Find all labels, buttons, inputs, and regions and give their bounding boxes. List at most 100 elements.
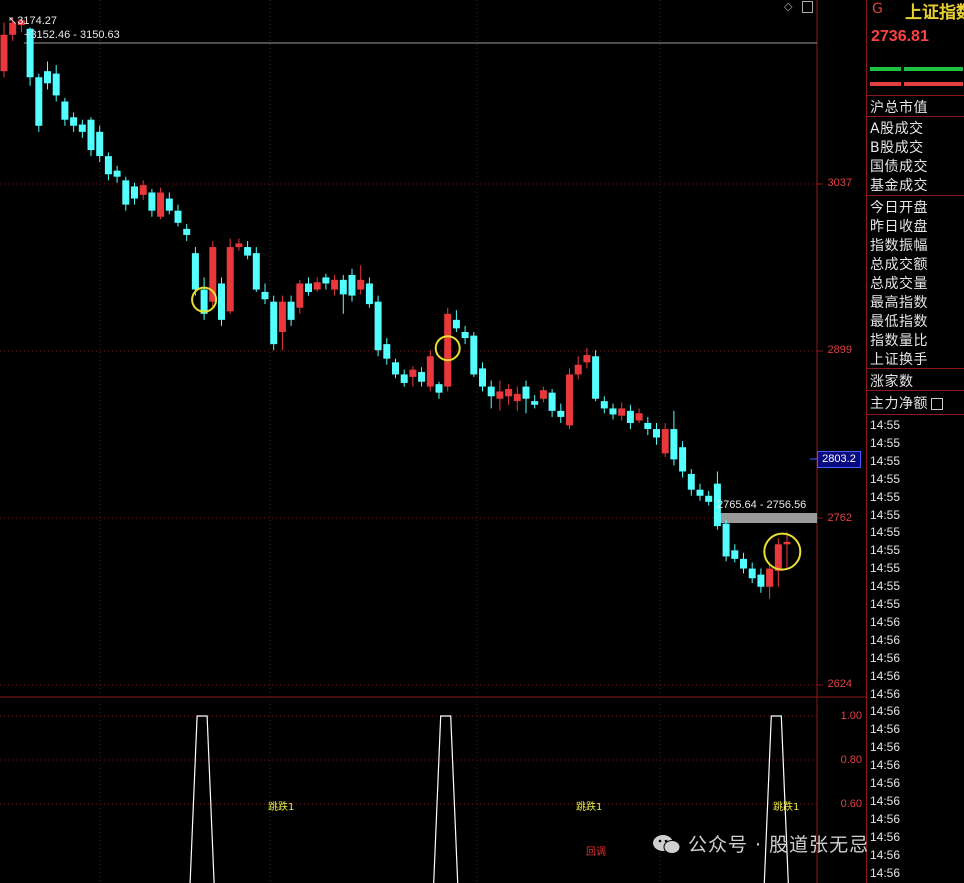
highlight-circle: [763, 532, 802, 571]
candle-body: [244, 247, 252, 256]
panel-stat-row[interactable]: 沪总市值: [870, 97, 928, 117]
candle-body: [444, 313, 452, 387]
candle-body: [722, 523, 730, 557]
expand-icon[interactable]: [931, 398, 943, 410]
signal-axis-tick: 1.00: [840, 710, 862, 722]
candle-body: [44, 71, 51, 84]
index-price: 2736.81: [871, 28, 929, 45]
candle-body: [766, 568, 774, 587]
candle-body: [705, 495, 713, 502]
candle-body: [661, 429, 669, 454]
candle-body: [418, 372, 426, 382]
candle-body: [0, 34, 8, 72]
candle-body: [261, 291, 269, 300]
panel-stat-row[interactable]: 上证换手: [870, 349, 928, 369]
candle-body: [679, 447, 687, 472]
candle-body: [313, 282, 321, 290]
range-label: 2765.64 - 2756.56: [717, 499, 807, 511]
panel-stat-row[interactable]: 指数振幅: [870, 235, 928, 255]
panel-stat-row[interactable]: 基金成交: [870, 175, 928, 195]
signal-label: 跳跌1: [576, 802, 603, 813]
candle-body: [296, 283, 304, 308]
panel-stat-row[interactable]: 国债成交: [870, 156, 928, 176]
panel-stat-row[interactable]: B股成交: [870, 137, 924, 157]
candle-body: [235, 243, 243, 248]
signal-spike: [433, 715, 459, 883]
divider: [867, 414, 964, 415]
tick-time: 14:56: [870, 793, 901, 808]
candle-body: [52, 73, 60, 96]
divider: [867, 390, 964, 391]
candle-body: [583, 355, 591, 363]
candle-body: [78, 124, 86, 132]
signal-spike: [189, 715, 215, 883]
candle-body: [348, 274, 356, 296]
sell-bar: [870, 82, 901, 86]
candle-body: [635, 413, 643, 421]
candle-body: [278, 301, 286, 332]
panel-stat-row[interactable]: 总成交额: [870, 254, 928, 274]
candle-body: [131, 186, 138, 199]
tick-time: 14:56: [870, 776, 901, 790]
tick-time: 14:55: [870, 579, 901, 594]
g-badge[interactable]: G: [872, 1, 883, 17]
diamond-icon[interactable]: ◇: [784, 0, 792, 13]
pullback-label: 回调: [586, 847, 606, 858]
panel-header: G 上证指数: [867, 0, 964, 23]
candle-body: [574, 364, 582, 375]
wechat-icon: [653, 835, 681, 854]
tick-time: 14:56: [870, 811, 901, 826]
candle-body: [774, 544, 782, 571]
panel-stat-row[interactable]: 涨家数: [870, 371, 914, 391]
candle-body: [522, 386, 530, 399]
panel-stat-row[interactable]: 最低指数: [870, 311, 928, 331]
candle-body: [339, 279, 347, 295]
candle-body: [148, 192, 156, 211]
tick-time: 14:56: [870, 650, 901, 665]
candle-body: [165, 198, 173, 211]
candle-body: [96, 131, 104, 157]
candle-body: [566, 374, 573, 426]
tick-time: 14:56: [870, 668, 901, 683]
candle-body: [357, 279, 365, 290]
candle-body: [383, 344, 391, 359]
tick-time: 14:56: [870, 829, 901, 844]
tick-time: 14:56: [870, 740, 901, 755]
sell-bar: [904, 82, 963, 86]
candle-body: [157, 192, 165, 217]
candle-body: [70, 117, 78, 126]
divider: [867, 116, 964, 117]
panel-stat-row[interactable]: 主力净额: [870, 393, 943, 413]
candle-body: [479, 368, 486, 387]
candle-body: [470, 335, 478, 375]
candle-body: [139, 185, 147, 195]
candle-body: [252, 253, 260, 290]
candle-body: [452, 319, 460, 329]
high-marker-icon: ↖: [8, 15, 18, 27]
tick-time: 14:55: [870, 435, 901, 450]
tick-time: 14:55: [870, 561, 901, 576]
window-toggle-icon[interactable]: [802, 1, 813, 13]
panel-stat-row[interactable]: 昨日收盘: [870, 216, 928, 236]
chart-high-label: ↖3174.27: [8, 15, 57, 27]
divider: [867, 95, 964, 96]
candle-body: [696, 489, 704, 496]
tick-time: 14:56: [870, 865, 901, 880]
candlestick-chart[interactable]: [0, 0, 964, 883]
panel-stat-row[interactable]: 今日开盘: [870, 197, 928, 217]
panel-stat-row[interactable]: 最高指数: [870, 292, 928, 312]
candle-body: [426, 356, 434, 387]
candle-body: [174, 210, 182, 223]
tick-time: 14:56: [870, 758, 901, 773]
tick-time: 14:55: [870, 489, 901, 504]
candle-body: [731, 550, 739, 559]
candle-body: [365, 283, 373, 305]
divider: [867, 368, 964, 369]
candle-body: [200, 289, 208, 314]
tick-time: 14:56: [870, 847, 901, 862]
panel-stat-row[interactable]: 总成交量: [870, 273, 928, 293]
tick-time: 14:56: [870, 632, 901, 647]
candle-body: [122, 180, 130, 205]
panel-stat-row[interactable]: 指数量比: [870, 330, 928, 350]
panel-stat-row[interactable]: A股成交: [870, 118, 924, 138]
